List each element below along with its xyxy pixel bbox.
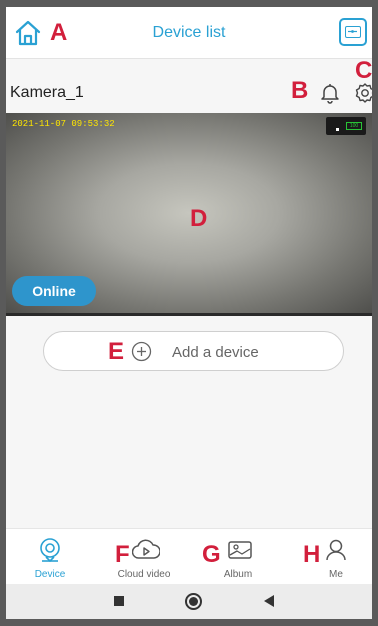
marker-e: E [108, 338, 125, 365]
nav-device[interactable]: Device [10, 529, 90, 585]
camera-status-overlay: 100 [326, 117, 366, 135]
signal-dot [336, 128, 339, 131]
plus-circle-icon [131, 341, 152, 362]
scan-icon[interactable] [339, 18, 367, 46]
video-timestamp: 2021-11-07 09:53:32 [12, 119, 115, 129]
nav-device-label: Device [34, 569, 66, 580]
bell-icon[interactable] [319, 82, 341, 104]
recent-apps-icon[interactable] [114, 596, 124, 606]
bottom-nav: Device F Cloud video G Album H Me [6, 528, 372, 584]
home-circle-icon[interactable] [185, 593, 202, 610]
scan-frame [345, 26, 361, 38]
marker-b: B [291, 77, 309, 104]
nav-cloud-video[interactable]: Cloud video [104, 529, 184, 585]
nav-album-label: Album [223, 569, 253, 580]
battery-icon: 100 [346, 122, 362, 130]
back-icon[interactable] [264, 595, 274, 607]
photo-icon [228, 541, 252, 559]
nav-cloud-video-label: Cloud video [117, 569, 171, 580]
camera-preview[interactable]: 2021-11-07 09:53:32 100 D Online [6, 113, 372, 316]
top-bar: A Device list [6, 7, 372, 59]
cloud-play-icon [132, 539, 160, 559]
marker-c: C [355, 57, 372, 84]
camera-icon [40, 538, 60, 563]
user-icon [326, 539, 346, 561]
add-device-label: Add a device [172, 344, 259, 361]
page-title: Device list [152, 24, 226, 41]
add-device-button[interactable]: E Add a device [43, 331, 344, 371]
nav-me[interactable]: Me [296, 529, 372, 585]
nav-album[interactable]: Album [198, 529, 278, 585]
device-name: Kamera_1 [10, 84, 84, 101]
marker-d: D [190, 205, 208, 232]
phone-screen: A Device list Kamera_1 B C 2021-11-07 09… [6, 7, 372, 619]
system-nav-bar [6, 584, 372, 619]
gear-icon[interactable] [354, 82, 372, 104]
online-status-badge: Online [12, 276, 96, 306]
nav-me-label: Me [329, 569, 343, 580]
